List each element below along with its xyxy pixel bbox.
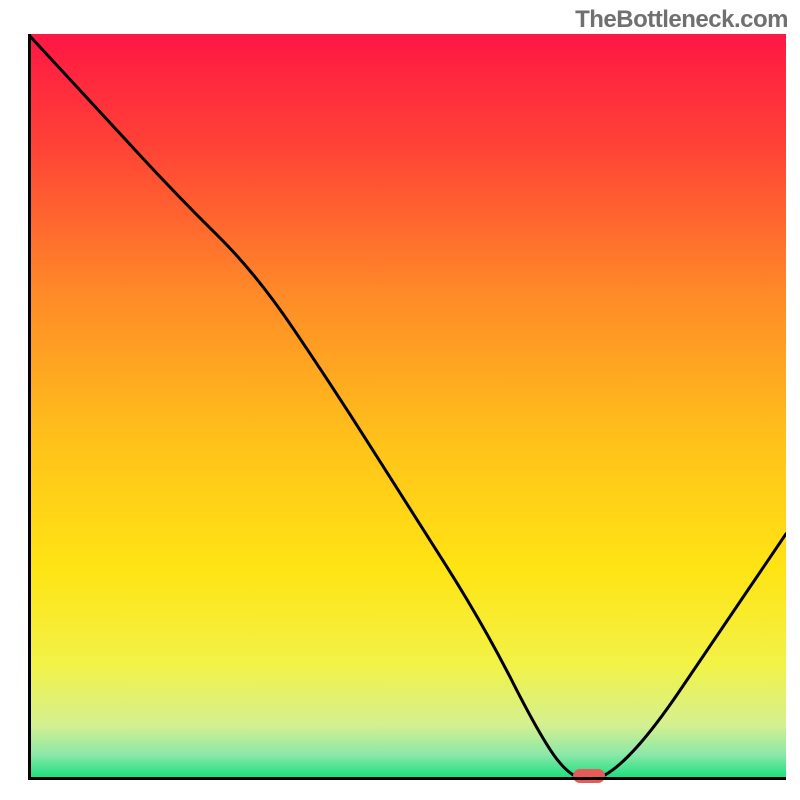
chart-container: TheBottleneck.com xyxy=(0,0,800,800)
watermark-text: TheBottleneck.com xyxy=(575,6,788,34)
y-axis-line xyxy=(28,34,31,780)
gradient-background xyxy=(31,34,786,777)
optimal-marker xyxy=(573,769,605,783)
plot-area xyxy=(28,34,786,780)
x-axis-line xyxy=(28,777,786,780)
